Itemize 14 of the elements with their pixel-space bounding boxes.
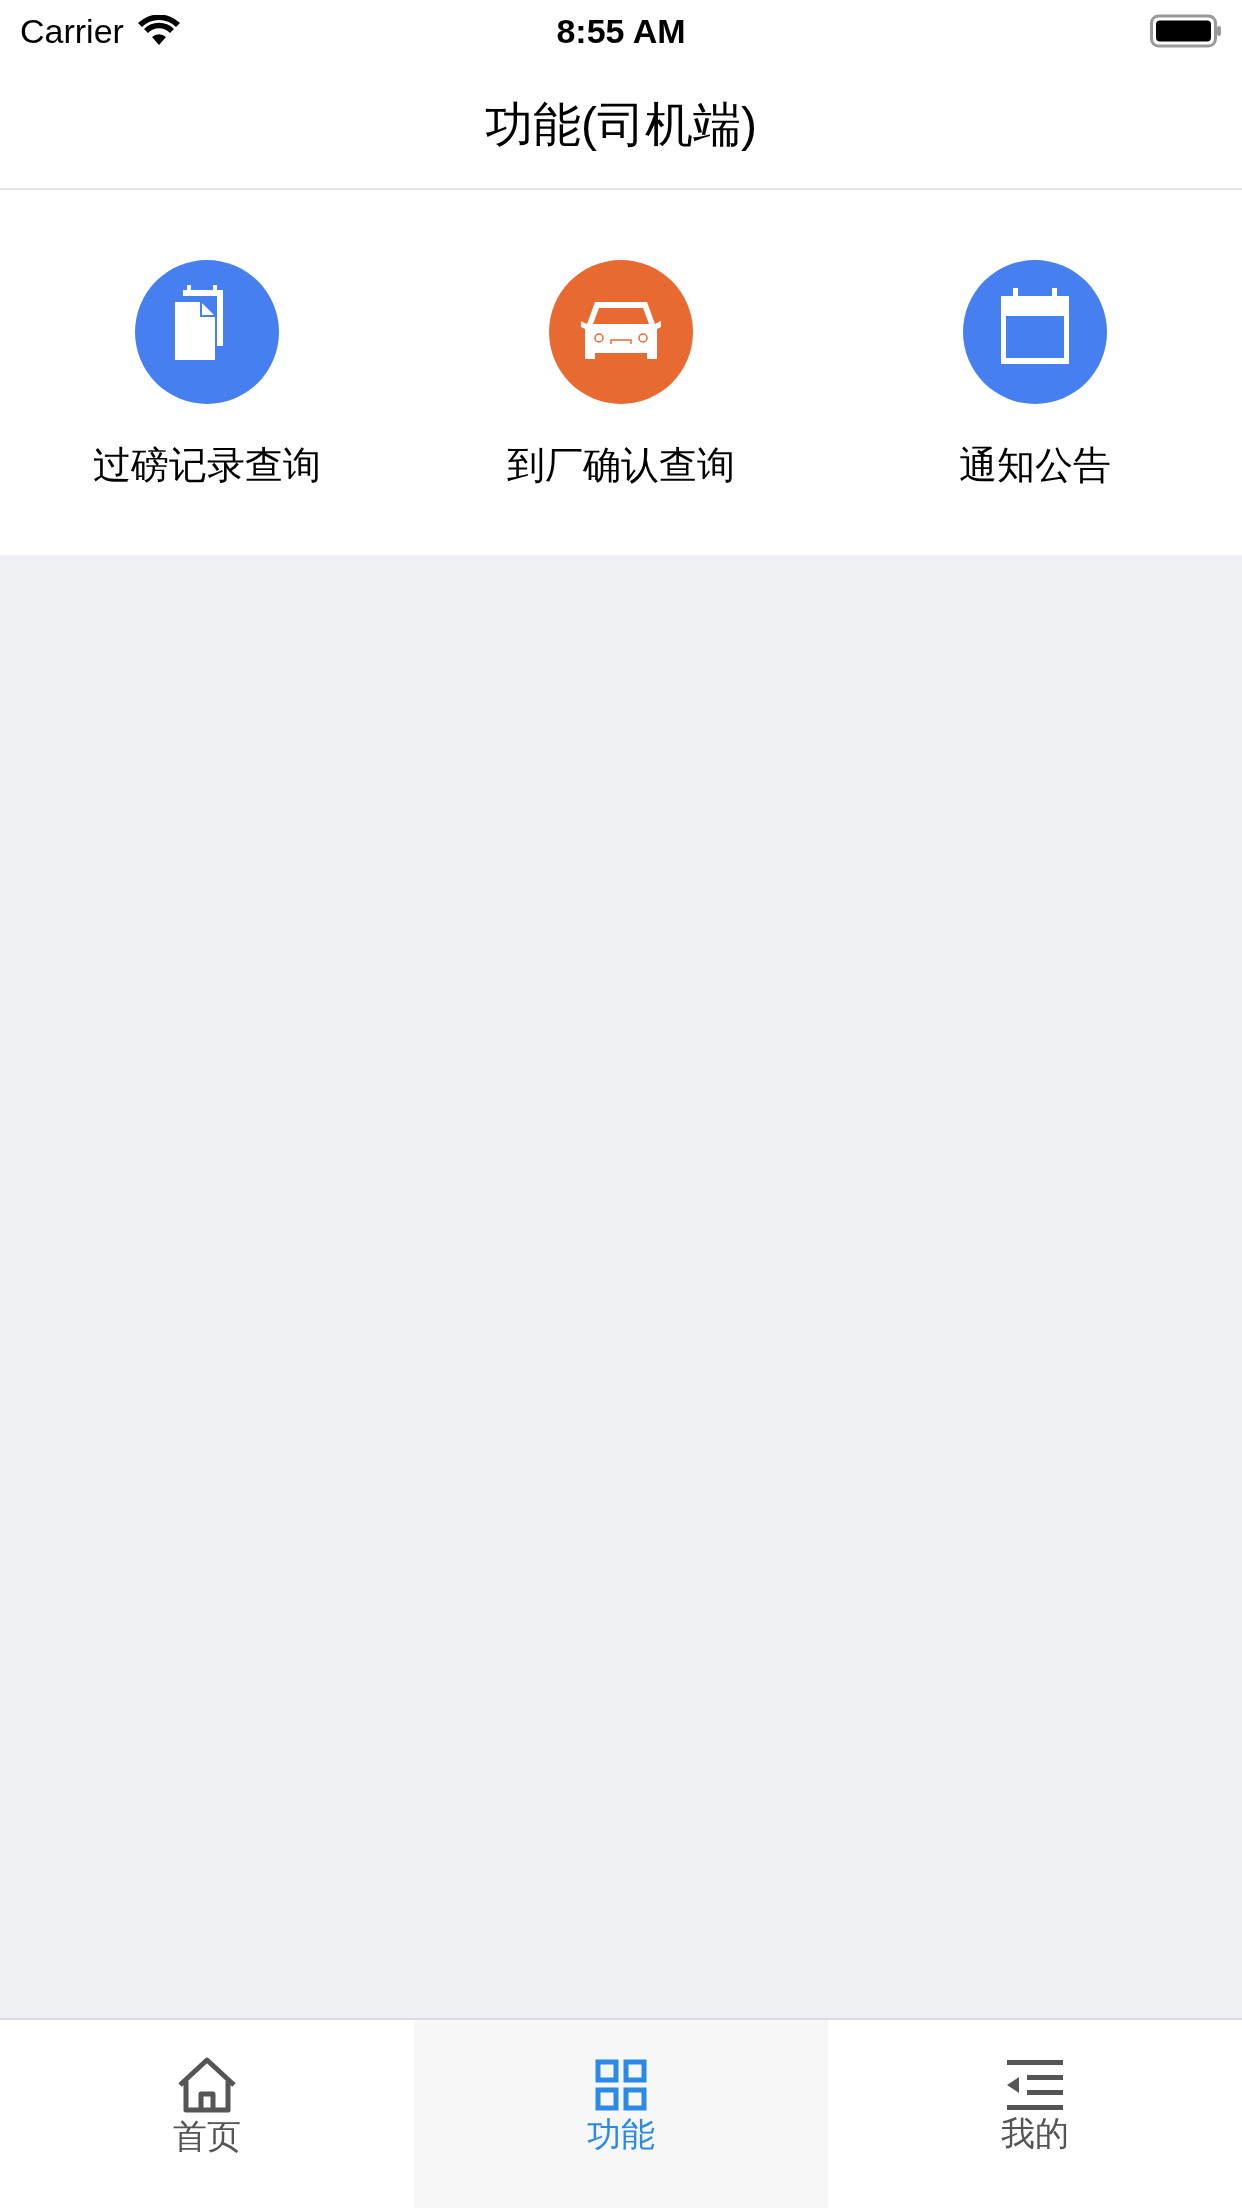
grid-icon — [595, 2059, 647, 2111]
car-icon[interactable] — [549, 260, 693, 404]
function-label[interactable]: 过磅记录查询 — [93, 446, 321, 484]
clipboard-icon[interactable] — [135, 260, 279, 404]
carrier-label: Carrier — [20, 10, 124, 52]
wifi-icon — [137, 15, 180, 47]
page-title: 功能(司机端) — [485, 97, 757, 153]
function-label[interactable]: 通知公告 — [959, 446, 1111, 484]
calendar-icon[interactable] — [963, 260, 1107, 404]
clock-time: 8:55 AM — [556, 10, 686, 52]
menu-icon — [1007, 2060, 1063, 2110]
battery-icon — [1150, 14, 1222, 48]
function-label[interactable]: 到厂确认查询 — [507, 446, 735, 484]
home-icon — [176, 2057, 238, 2113]
